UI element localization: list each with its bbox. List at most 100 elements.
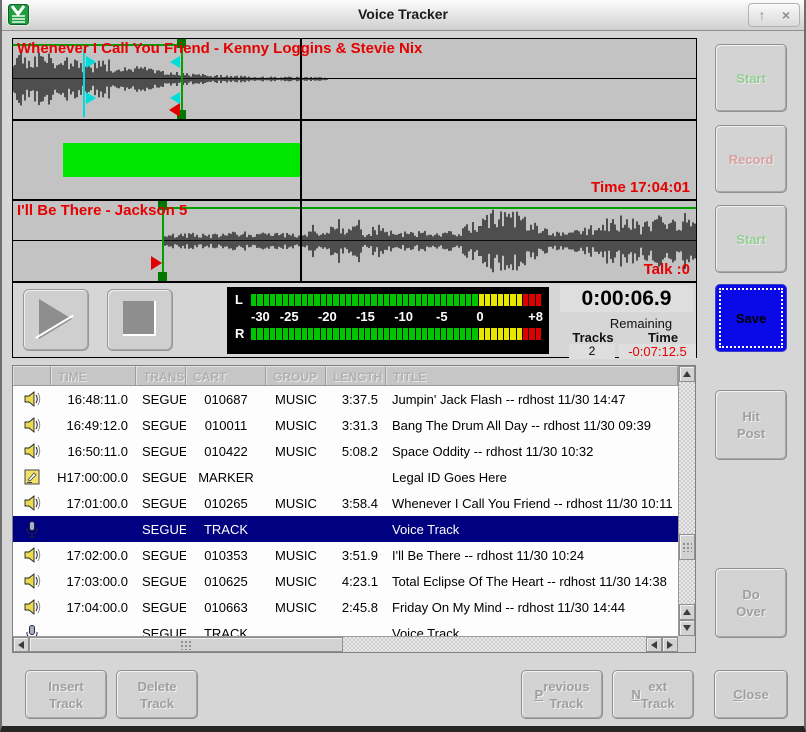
close-window-icon[interactable]: × (775, 5, 797, 25)
marker-handle-square[interactable] (158, 272, 167, 281)
voice-track-block[interactable] (63, 143, 300, 177)
meter-segment (378, 328, 383, 340)
segue-end-handle-icon[interactable] (170, 56, 180, 68)
track1-fade-handle-icon[interactable] (169, 103, 180, 117)
meter-segment (422, 294, 427, 306)
meter-segment (308, 328, 313, 340)
track1-segue-marker-line[interactable] (83, 49, 85, 117)
segue-marker-handle-icon[interactable] (86, 56, 96, 68)
do-over-button[interactable]: DoOver (715, 568, 787, 638)
start-2-button[interactable]: Start (715, 205, 787, 273)
meter-tick-label: 0 (476, 309, 483, 324)
insert-track-button[interactable]: InsertTrack (25, 670, 107, 719)
playhead-divider (300, 39, 302, 283)
cell-trans: SEGUE (136, 626, 186, 637)
column-header-group[interactable]: GROUP (266, 366, 326, 385)
scroll-left-button[interactable] (13, 637, 29, 652)
voice-tracker-window: Voice Tracker ↑ × W (0, 0, 806, 732)
scroll-up-button[interactable] (679, 604, 695, 620)
meter-segment (327, 294, 332, 306)
segue-marker-handle-icon[interactable] (86, 92, 96, 104)
cell-cart: 010265 (186, 496, 266, 511)
meter-segment (352, 328, 357, 340)
meter-tick-label: +8 (528, 309, 543, 324)
meter-scale: -30-25-20-15-10-50+8 (251, 307, 541, 326)
cell-trans: SEGUE (136, 600, 186, 615)
track1-pane: Whenever I Call You Friend - Kenny Loggi… (13, 39, 696, 121)
meter-segment (295, 328, 300, 340)
cell-trans: SEGUE (136, 418, 186, 433)
track2-level-line (164, 207, 696, 209)
stop-button[interactable] (107, 289, 173, 351)
horizontal-scrollbar[interactable] (13, 636, 678, 652)
cell-cart: MARKER (186, 470, 266, 485)
log-row[interactable]: 17:03:00.0SEGUE010625MUSIC4:23.1Total Ec… (13, 568, 678, 594)
scroll-down-button[interactable] (679, 620, 695, 636)
column-header-icon[interactable] (13, 366, 51, 385)
meter-segment (270, 294, 275, 306)
hit-post-button[interactable]: HitPost (715, 390, 787, 460)
log-row[interactable]: 16:48:11.0SEGUE010687MUSIC3:37.5Jumpin' … (13, 386, 678, 412)
horizontal-scroll-thumb[interactable] (29, 637, 343, 652)
log-row[interactable]: SEGUETRACK Voice Track (13, 516, 678, 542)
cell-trans: SEGUE (136, 548, 186, 563)
meter-segment (460, 294, 465, 306)
meter-segment (321, 328, 326, 340)
next-track-button[interactable]: NextTrack (612, 670, 694, 719)
meter-segment (340, 328, 345, 340)
meter-segment (397, 294, 402, 306)
column-header-cart[interactable]: CART (186, 366, 266, 385)
log-row[interactable]: 17:04:00.0SEGUE010663MUSIC2:45.8Friday O… (13, 594, 678, 620)
cell-trans: SEGUE (136, 574, 186, 589)
start-1-button[interactable]: Start (715, 44, 787, 112)
scroll-up-button[interactable] (679, 366, 695, 382)
column-header-trans[interactable]: TRANS (136, 366, 186, 385)
meter-segment (529, 294, 534, 306)
previous-track-button[interactable]: PreviousTrack (521, 670, 603, 719)
column-header-title[interactable]: TITLE (386, 366, 678, 385)
log-row[interactable]: SEGUETRACKVoice Track (13, 620, 678, 636)
cell-group: MUSIC (266, 392, 326, 407)
track2-fade-handle-icon[interactable] (151, 256, 162, 270)
log-row[interactable]: 16:49:12.0SEGUE010011MUSIC3:31.3Bang The… (13, 412, 678, 438)
meter-segment (447, 328, 452, 340)
meter-segment (359, 294, 364, 306)
close-button[interactable]: Close (714, 670, 788, 719)
meter-segment (498, 328, 503, 340)
play-button[interactable] (23, 289, 89, 351)
meter-segment (409, 328, 414, 340)
meter-segment (447, 294, 452, 306)
shade-window-icon[interactable]: ↑ (751, 5, 773, 25)
meter-tick-label: -10 (394, 309, 413, 324)
meter-segment (314, 328, 319, 340)
record-button[interactable]: Record (715, 125, 787, 193)
cell-time: H17:00:00.0 (51, 470, 136, 485)
titlebar[interactable]: Voice Tracker ↑ × (2, 0, 804, 31)
log-row[interactable]: 16:50:11.0SEGUE010422MUSIC5:08.2Space Od… (13, 438, 678, 464)
scroll-left-button[interactable] (646, 637, 662, 652)
meter-segment (289, 294, 294, 306)
vertical-scrollbar[interactable] (678, 366, 695, 636)
cell-title: Voice Track (386, 522, 678, 537)
meter-segment (517, 328, 522, 340)
waveform-area: Whenever I Call You Friend - Kenny Loggi… (13, 39, 696, 283)
save-button[interactable]: Save (715, 284, 787, 352)
log-row[interactable]: H17:00:00.0SEGUEMARKERLegal ID Goes Here (13, 464, 678, 490)
scroll-right-button[interactable] (662, 637, 678, 652)
cell-trans: SEGUE (136, 496, 186, 511)
column-header-length[interactable]: LENGTH (326, 366, 386, 385)
meter-bar-right (251, 328, 541, 340)
log-table-header: TIMETRANSCARTGROUPLENGTHTITLE (13, 366, 678, 386)
meter-segment (523, 328, 528, 340)
delete-track-button[interactable]: DeleteTrack (116, 670, 198, 719)
log-row[interactable]: 17:02:00.0SEGUE010353MUSIC3:51.9I'll Be … (13, 542, 678, 568)
cell-trans: SEGUE (136, 522, 186, 537)
vertical-scroll-thumb[interactable] (679, 534, 695, 560)
meter-segment (264, 294, 269, 306)
column-header-time[interactable]: TIME (51, 366, 136, 385)
cell-cart: TRACK (186, 522, 266, 537)
cell-length: 4:23.1 (326, 574, 386, 589)
log-row[interactable]: 17:01:00.0SEGUE010265MUSIC3:58.4Whenever… (13, 490, 678, 516)
cell-length: 3:58.4 (326, 496, 386, 511)
meter-segment (257, 328, 262, 340)
